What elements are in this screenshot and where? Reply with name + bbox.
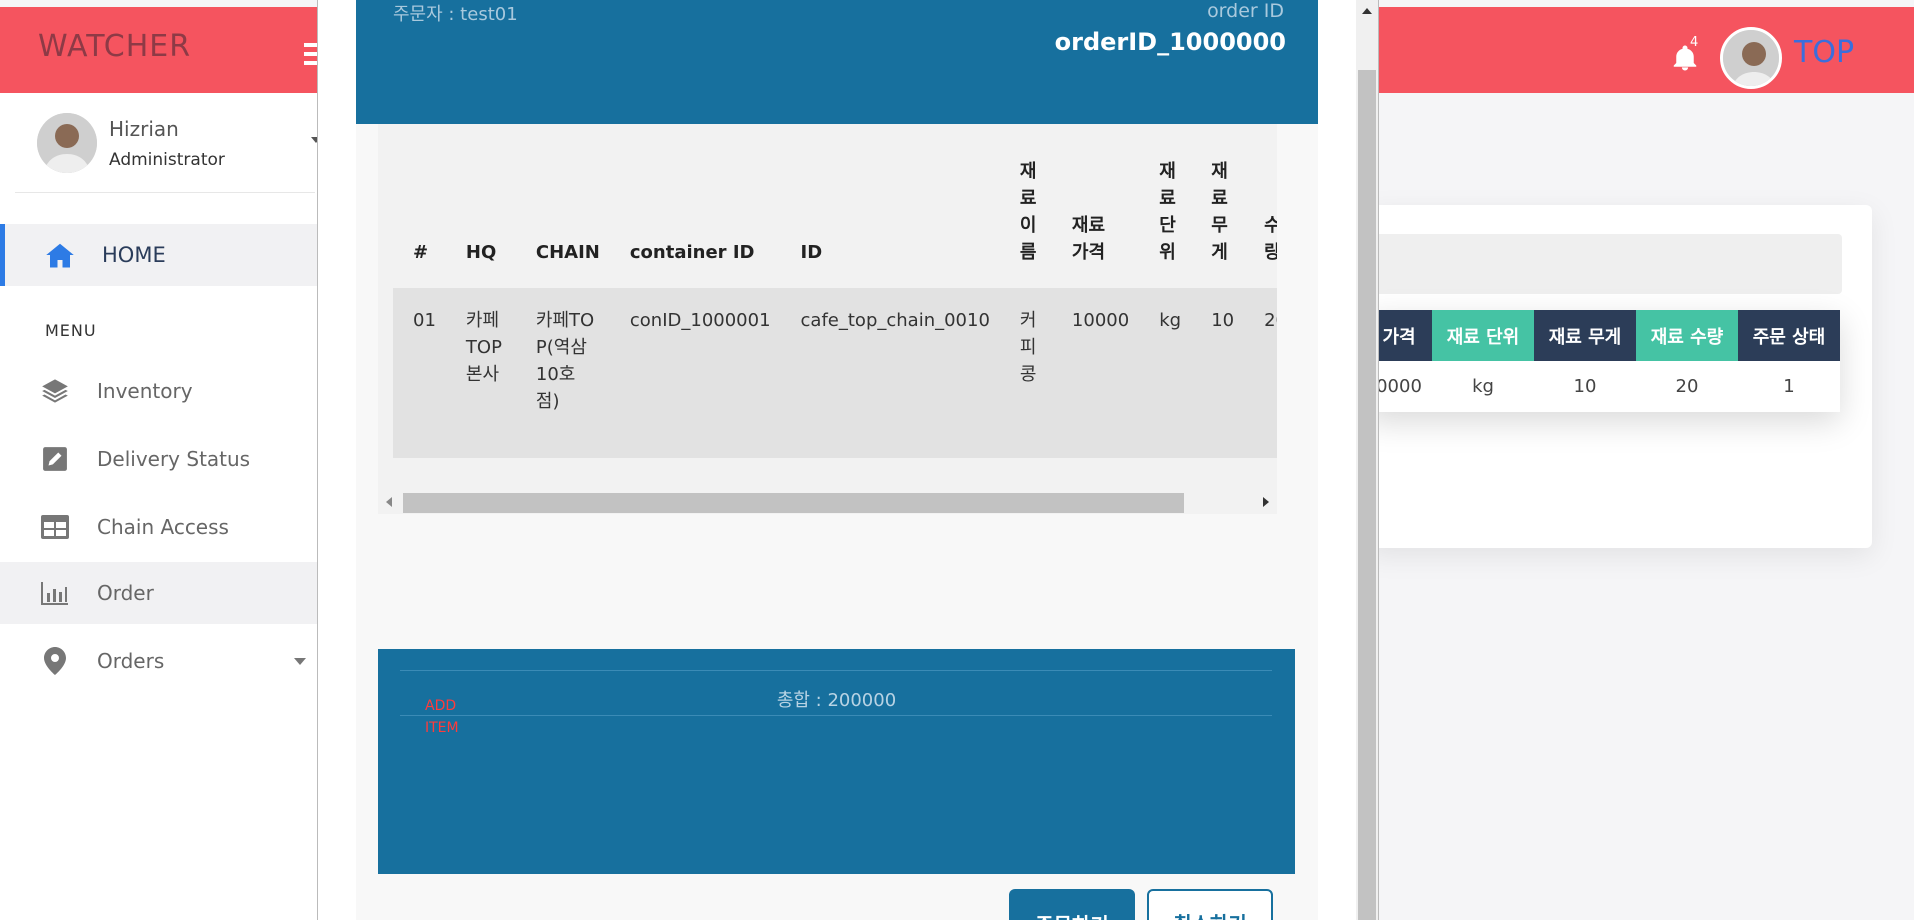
table-cell: 01: [393, 288, 446, 458]
table-cell: kg: [1139, 288, 1192, 458]
table-row[interactable]: 01 카페TOP본사 카페TOP(역삼 10호점) conID_1000001 …: [393, 288, 1277, 458]
scroll-left-icon[interactable]: [386, 497, 392, 507]
sidebar-item-orders[interactable]: Orders: [0, 630, 318, 692]
table-cell: kg: [1432, 361, 1534, 412]
sidebar-item-label: Delivery Status: [97, 447, 251, 471]
scroll-thumb[interactable]: [403, 493, 1184, 513]
sidebar-item-order[interactable]: Order: [0, 562, 318, 624]
edit-icon: [40, 444, 70, 474]
sidebar-item-label: Chain Access: [97, 515, 229, 539]
column-header: 재료무게: [1211, 161, 1228, 263]
home-icon: [45, 240, 75, 270]
orders-table: 가격 재료 단위 재료 무게 재료 수량 주문 상태 0000 kg 10 20…: [1366, 310, 1840, 412]
table-cell: 10000: [1051, 288, 1140, 458]
column-header: 주문 상태: [1738, 310, 1840, 361]
sidebar-profile[interactable]: Hizrian Administrator: [15, 93, 321, 193]
sidebar: Hizrian Administrator HOME MENU Inventor…: [0, 93, 321, 920]
column-header: 수량: [1264, 215, 1277, 263]
bar-chart-icon: [40, 578, 70, 608]
table-cell: 카페TOP(역삼 10호점): [515, 288, 610, 458]
column-header: 재료 수량: [1636, 310, 1738, 361]
avatar: [37, 113, 97, 173]
column-header: 재료 단위: [1432, 310, 1534, 361]
column-header: CHAIN: [535, 242, 600, 263]
table-cell: 20: [1244, 288, 1277, 458]
table-row[interactable]: 0000 kg 10 20 1: [1366, 361, 1840, 412]
order-items-table-container: # HQ CHAIN container ID ID 재료이름 재료가격 재료단…: [378, 124, 1277, 514]
top-user-name[interactable]: TOP: [1794, 35, 1854, 70]
buyer-label: 주문자 : test01: [393, 4, 518, 25]
sidebar-item-chain-access[interactable]: Chain Access: [0, 496, 318, 558]
column-header: container ID: [629, 242, 755, 263]
table-horizontal-scrollbar[interactable]: [378, 491, 1277, 514]
map-pin-icon: [40, 646, 70, 676]
column-header: 재료단위: [1159, 161, 1176, 263]
sidebar-item-label: Orders: [97, 649, 165, 673]
profile-role: Administrator: [109, 150, 225, 170]
column-header: 재료가격: [1071, 215, 1106, 263]
column-header: ID: [800, 242, 823, 263]
table-cell: 카페TOP본사: [445, 288, 516, 458]
cancel-button[interactable]: 취소하기: [1147, 889, 1273, 920]
column-header: 재료 무게: [1534, 310, 1636, 361]
column-header: HQ: [465, 242, 497, 263]
order-summary-panel: 총합 : 200000 ADD ITEM: [378, 649, 1295, 874]
sidebar-item-label: HOME: [102, 243, 166, 267]
total-amount: 총합 : 200000: [776, 690, 897, 711]
divider: [400, 670, 1272, 671]
column-header: 재료이름: [1019, 161, 1037, 263]
order-id-value: orderID_1000000: [1054, 28, 1286, 56]
table-cell: 20: [1636, 361, 1738, 412]
table-cell: 10: [1534, 361, 1636, 412]
scroll-up-icon[interactable]: [1362, 8, 1372, 14]
sidebar-item-label: Inventory: [97, 379, 193, 403]
table-icon: [40, 512, 70, 542]
profile-name: Hizrian: [109, 117, 179, 141]
modal-scrollbar[interactable]: [1356, 0, 1378, 920]
layers-icon: [40, 376, 70, 406]
menu-section-title: MENU: [45, 321, 97, 340]
order-id-label: order ID: [1207, 0, 1284, 22]
table-cell: cafe_top_chain_0010: [780, 288, 1000, 458]
scroll-thumb[interactable]: [1358, 70, 1376, 920]
table-cell: 10: [1191, 288, 1245, 458]
table-cell: 커피콩: [999, 288, 1052, 458]
sidebar-item-label: Order: [97, 581, 154, 605]
table-cell: 1: [1738, 361, 1840, 412]
table-cell: conID_1000001: [609, 288, 781, 458]
chevron-down-icon: [294, 658, 306, 665]
sidebar-item-home[interactable]: HOME: [0, 224, 318, 286]
column-header: #: [413, 242, 429, 263]
brand-logo: WATCHER: [38, 29, 192, 64]
scroll-right-icon[interactable]: [1263, 497, 1269, 507]
search-input[interactable]: [1366, 234, 1842, 294]
sidebar-item-delivery-status[interactable]: Delivery Status: [0, 428, 318, 490]
notification-count: 4: [1690, 35, 1699, 50]
avatar[interactable]: [1720, 27, 1782, 89]
divider: [400, 715, 1272, 716]
place-order-button[interactable]: 주문하기: [1009, 889, 1135, 920]
sidebar-item-inventory[interactable]: Inventory: [0, 360, 318, 422]
order-items-table: # HQ CHAIN container ID ID 재료이름 재료가격 재료단…: [393, 124, 1277, 458]
add-item-button[interactable]: ADD ITEM: [425, 695, 485, 739]
